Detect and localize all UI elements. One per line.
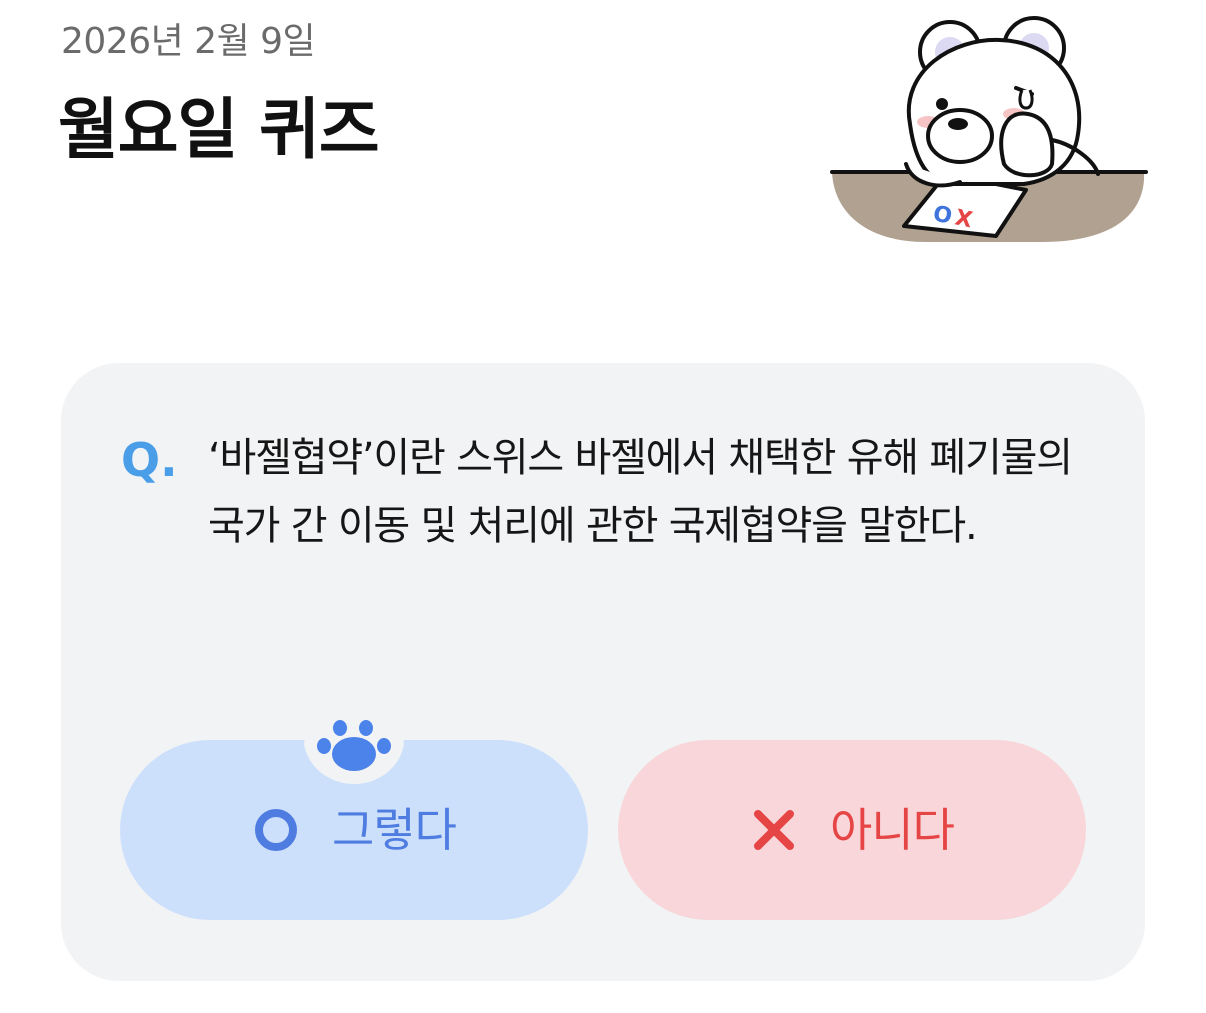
answer-no-button[interactable]: 아니다: [618, 740, 1086, 920]
answer-no-label: 아니다: [830, 803, 955, 857]
question-text: ‘바젤협약’이란 스위스 바젤에서 채택한 유해 폐기물의 국가 간 이동 및 …: [208, 435, 1073, 549]
page-title: 월요일 퀴즈: [58, 91, 380, 168]
date-label: 2026년 2월 9일: [61, 21, 316, 62]
paw-selected-icon: [304, 704, 404, 784]
answer-yes-label: 그렇다: [332, 803, 457, 857]
x-mark-icon: [754, 810, 795, 850]
question-label: Q.: [121, 433, 178, 487]
bear-thinking-illustration: O X: [830, 16, 1148, 242]
circle-o-icon: [255, 809, 298, 851]
